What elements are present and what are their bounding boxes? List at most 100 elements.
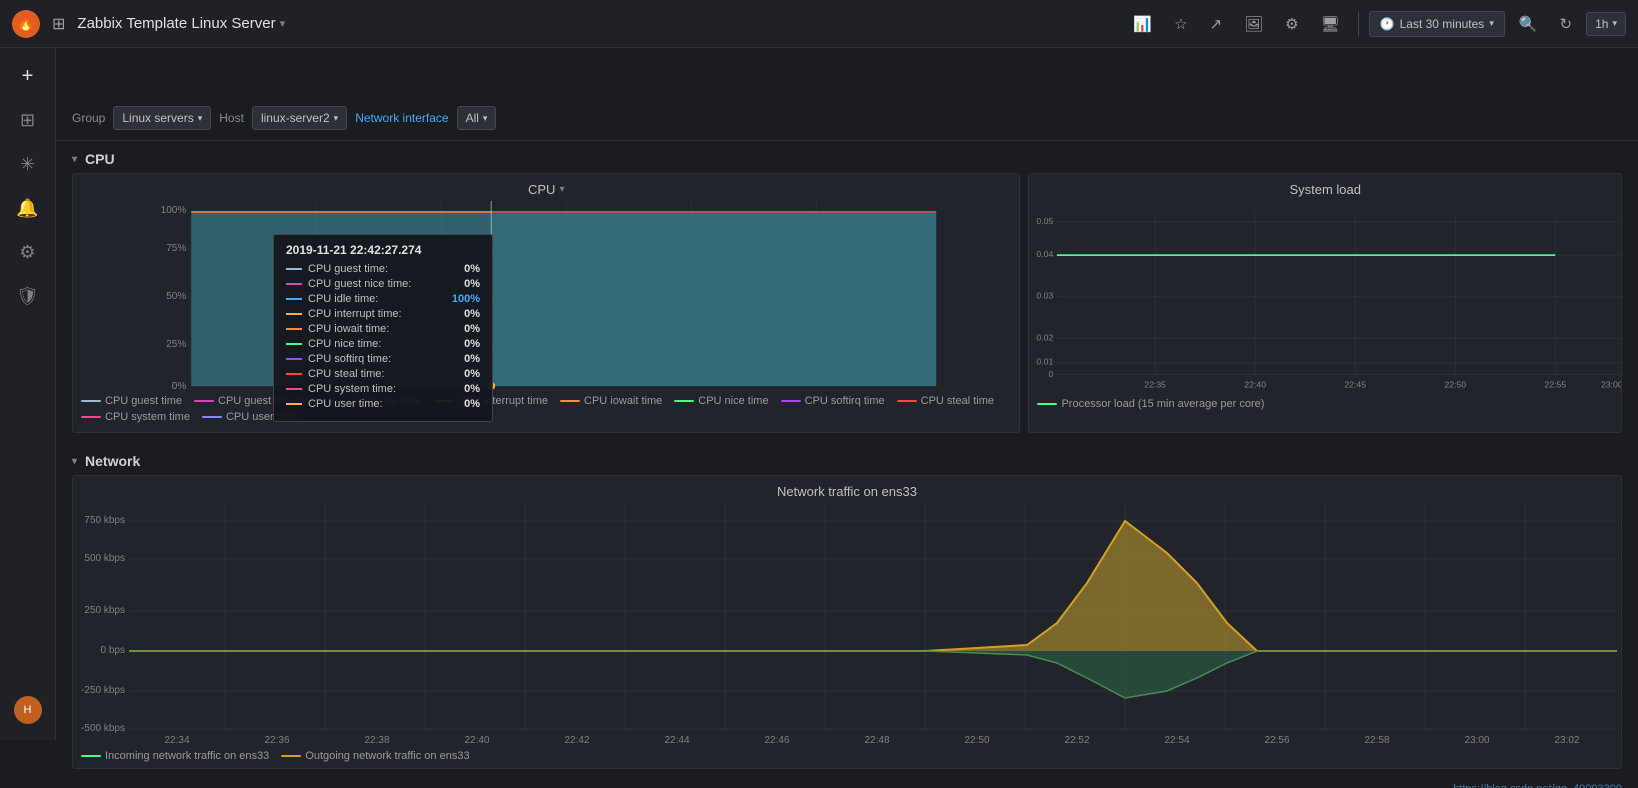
main-content: Group Linux servers ▾ Host linux-server2… (56, 96, 1638, 788)
svg-text:22:48: 22:48 (864, 735, 889, 743)
svg-text:0: 0 (1049, 369, 1054, 379)
svg-text:22:58: 22:58 (1364, 735, 1389, 743)
sysload-chart-title: System load (1029, 174, 1621, 201)
sidebar-item-shield[interactable]: 🛡 (8, 276, 48, 316)
legend-item: CPU steal time (897, 395, 994, 407)
svg-text:0.01: 0.01 (1037, 357, 1054, 367)
group-dropdown[interactable]: Linux servers ▾ (113, 106, 211, 130)
topbar: 🔥 ⊞ Zabbix Template Linux Server ▾ 📊 ☆ ↗… (0, 0, 1638, 48)
svg-text:0.03: 0.03 (1037, 291, 1054, 301)
svg-text:22:55: 22:55 (1545, 379, 1567, 389)
tooltip-dot (286, 298, 302, 300)
svg-text:23:02: 23:02 (1554, 735, 1579, 743)
legend-item: CPU nice time (674, 395, 768, 407)
network-collapse-icon[interactable]: ▾ (72, 456, 77, 467)
tooltip-row-interrupt: CPU interrupt time: 0% (286, 308, 480, 320)
interval-dropdown[interactable]: 1h ▾ (1586, 12, 1626, 36)
share-button[interactable]: ↗ (1202, 9, 1231, 39)
svg-text:75%: 75% (166, 243, 186, 254)
tooltip-row-nice: CPU nice time: 0% (286, 338, 480, 350)
sidebar-item-dashboard[interactable]: ⊞ (8, 100, 48, 140)
gallery-button[interactable]: 🖼 (1236, 9, 1271, 39)
tooltip-row-steal: CPU steal time: 0% (286, 368, 480, 380)
sysload-legend: Processor load (15 min average per core) (1029, 394, 1621, 416)
app-title[interactable]: Zabbix Template Linux Server ▾ (77, 15, 285, 32)
sidebar: + ⊞ ✳ 🔔 ⚙ 🛡 H (0, 48, 56, 740)
network-chart-svg: 750 kbps 500 kbps 250 kbps 0 bps -250 kb… (73, 503, 1621, 743)
cpu-chart: CPU ▾ 100% 75% 50% 25% 0% (72, 173, 1020, 433)
sidebar-item-add[interactable]: + (8, 56, 48, 96)
svg-text:500 kbps: 500 kbps (84, 553, 125, 564)
svg-text:-500 kbps: -500 kbps (81, 723, 125, 734)
svg-text:22:44: 22:44 (664, 735, 689, 743)
add-panel-button[interactable]: 📊 (1125, 9, 1160, 39)
svg-text:-250 kbps: -250 kbps (81, 685, 125, 696)
network-chart-title: Network traffic on ens33 (73, 476, 1621, 503)
host-label: Host (219, 111, 244, 125)
svg-text:22:56: 22:56 (1264, 735, 1289, 743)
tooltip-row-system: CPU system time: 0% (286, 383, 480, 395)
svg-text:250 kbps: 250 kbps (84, 605, 125, 616)
legend-item-incoming: Incoming network traffic on ens33 (81, 750, 269, 762)
tooltip-dot (286, 268, 302, 270)
display-button[interactable]: 🖥 (1313, 9, 1348, 39)
cpu-chart-svg: 100% 75% 50% 25% 0% (73, 201, 1019, 391)
cpu-charts-row: CPU ▾ 100% 75% 50% 25% 0% (56, 173, 1638, 443)
star-button[interactable]: ☆ (1166, 9, 1195, 39)
avatar[interactable]: H (14, 696, 42, 724)
tooltip-dot (286, 283, 302, 285)
host-dropdown[interactable]: linux-server2 ▾ (252, 106, 347, 130)
svg-text:100%: 100% (161, 205, 187, 216)
tooltip-dot (286, 358, 302, 360)
network-section-header: ▾ Network (56, 443, 1638, 475)
network-chart: Network traffic on ens33 750 kbps 500 kb… (72, 475, 1622, 769)
cpu-section-header: ▾ CPU (56, 141, 1638, 173)
svg-text:750 kbps: 750 kbps (84, 515, 125, 526)
settings-button[interactable]: ⚙ (1277, 9, 1306, 39)
cpu-tooltip: 2019-11-21 22:42:27.274 CPU guest time: … (273, 234, 493, 422)
svg-text:22:50: 22:50 (1445, 379, 1467, 389)
sidebar-item-compass[interactable]: ✳ (8, 144, 48, 184)
cpu-chart-legend: CPU guest time CPU guest nice time CPU i… (73, 393, 1019, 427)
legend-item: CPU guest time (81, 395, 182, 407)
svg-text:0%: 0% (172, 381, 187, 391)
refresh-button[interactable]: ↻ (1552, 9, 1581, 39)
time-picker[interactable]: 🕐 Last 30 minutes ▾ (1369, 11, 1505, 37)
clock-icon: 🕐 (1380, 17, 1395, 31)
search-button[interactable]: 🔍 (1511, 9, 1546, 39)
svg-text:22:42: 22:42 (564, 735, 589, 743)
cpu-section-title: CPU (85, 151, 115, 167)
svg-text:50%: 50% (166, 291, 186, 302)
svg-text:22:40: 22:40 (464, 735, 489, 743)
svg-text:22:46: 22:46 (764, 735, 789, 743)
tooltip-dot (286, 403, 302, 405)
sysload-chart-svg: 0.05 0.04 0.03 0.02 0.01 0 (1029, 201, 1621, 391)
tooltip-row-user: CPU user time: 0% (286, 398, 480, 410)
svg-text:0 bps: 0 bps (101, 645, 125, 656)
app-logo[interactable]: 🔥 (12, 10, 40, 38)
svg-text:22:34: 22:34 (164, 735, 189, 743)
cpu-collapse-icon[interactable]: ▾ (72, 154, 77, 165)
svg-text:22:36: 22:36 (264, 735, 289, 743)
sidebar-item-settings[interactable]: ⚙ (8, 232, 48, 272)
footer-link[interactable]: https://blog.csdn.net/qq_40003309 (56, 779, 1638, 788)
svg-text:22:38: 22:38 (364, 735, 389, 743)
sysload-chart: System load 0.05 0.04 0.03 0.02 0.01 0 (1028, 173, 1622, 433)
svg-text:0.04: 0.04 (1037, 249, 1054, 259)
interface-dropdown[interactable]: All ▾ (457, 106, 497, 130)
tooltip-row-guest: CPU guest time: 0% (286, 263, 480, 275)
tooltip-timestamp: 2019-11-21 22:42:27.274 (286, 243, 480, 257)
svg-text:0.05: 0.05 (1037, 216, 1054, 226)
topbar-actions: 📊 ☆ ↗ 🖼 ⚙ 🖥 🕐 Last 30 minutes ▾ 🔍 ↻ 1h ▾ (1125, 9, 1626, 39)
tooltip-dot (286, 373, 302, 375)
svg-text:22:50: 22:50 (964, 735, 989, 743)
grid-icon[interactable]: ⊞ (48, 10, 69, 38)
tooltip-row-idle: CPU idle time: 100% (286, 293, 480, 305)
network-chart-legend: Incoming network traffic on ens33 Outgoi… (73, 746, 1621, 768)
legend-item-sysload: Processor load (15 min average per core) (1037, 398, 1264, 410)
sidebar-item-alerts[interactable]: 🔔 (8, 188, 48, 228)
svg-text:0.02: 0.02 (1037, 332, 1054, 342)
tooltip-dot (286, 343, 302, 345)
svg-text:23:00: 23:00 (1601, 379, 1621, 389)
svg-text:25%: 25% (166, 339, 186, 350)
